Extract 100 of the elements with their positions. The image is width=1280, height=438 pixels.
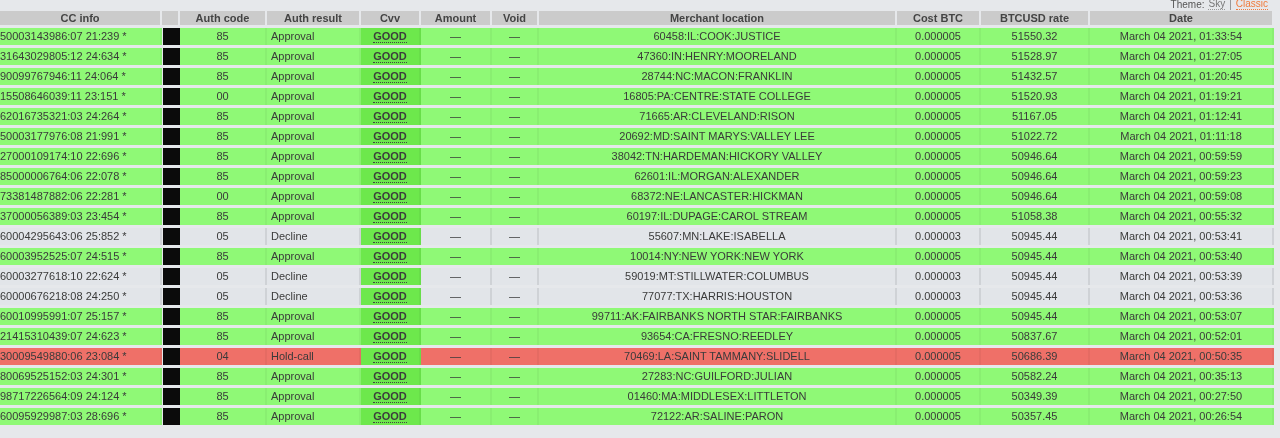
table-cell: — xyxy=(492,68,539,85)
redaction-block xyxy=(163,288,180,305)
table-cell: March 04 2021, 01:12:41 xyxy=(1090,108,1274,125)
table-cell: 62601:IL:MORGAN:ALEXANDER xyxy=(539,168,897,185)
table-cell: March 04 2021, 00:53:36 xyxy=(1090,288,1274,305)
table-cell: — xyxy=(421,228,492,245)
table-cell: 27283:NC:GUILFORD:JULIAN xyxy=(539,368,897,385)
table-cell: 72122:AR:SALINE:PARON xyxy=(539,408,897,425)
table-cell: March 04 2021, 00:26:54 xyxy=(1090,408,1274,425)
cvv-cell: GOOD xyxy=(361,268,421,285)
table-cell: 04 xyxy=(180,348,267,365)
theme-link[interactable]: Classic xyxy=(1235,0,1268,10)
column-header: Void xyxy=(492,11,539,25)
table-cell: 50946.64 xyxy=(981,148,1090,165)
table-cell: 68372:NE:LANCASTER:HICKMAN xyxy=(539,188,897,205)
table-cell: 51167.05 xyxy=(981,108,1090,125)
table-cell: 0.000005 xyxy=(897,408,981,425)
table-cell: March 04 2021, 01:33:54 xyxy=(1090,28,1274,45)
cvv-cell: GOOD xyxy=(361,108,421,125)
table-cell: 38042:TN:HARDEMAN:HICKORY VALLEY xyxy=(539,148,897,165)
table-cell: 0.000005 xyxy=(897,328,981,345)
table-cell: — xyxy=(492,408,539,425)
table-cell: 50946.64 xyxy=(981,188,1090,205)
table-cell: 0.000005 xyxy=(897,68,981,85)
table-cell: 85 xyxy=(180,208,267,225)
theme-link[interactable]: Sky xyxy=(1208,0,1226,10)
column-header: Cvv xyxy=(361,11,421,25)
cvv-cell: GOOD xyxy=(361,188,421,205)
redaction-block xyxy=(163,168,180,185)
redaction-block xyxy=(163,28,180,45)
table-cell: — xyxy=(492,188,539,205)
table-cell: — xyxy=(492,268,539,285)
table-cell: 0.000005 xyxy=(897,208,981,225)
table-cell: March 04 2021, 00:53:07 xyxy=(1090,308,1274,325)
table-cell: — xyxy=(492,28,539,45)
table-cell: 85 xyxy=(180,48,267,65)
table-cell: March 04 2021, 00:59:59 xyxy=(1090,148,1274,165)
table-cell: 55607:MN:LAKE:ISABELLA xyxy=(539,228,897,245)
table-cell: 85 xyxy=(180,368,267,385)
table-cell: 05 xyxy=(180,228,267,245)
table-cell: 50945.44 xyxy=(981,308,1090,325)
table-cell: 60197:IL:DUPAGE:CAROL STREAM xyxy=(539,208,897,225)
table-cell: 01460:MA:MIDDLESEX:LITTLETON xyxy=(539,388,897,405)
column-header: Amount xyxy=(421,11,492,25)
table-cell: 0.000005 xyxy=(897,188,981,205)
table-cell: 50945.44 xyxy=(981,288,1090,305)
table-cell: March 04 2021, 01:11:18 xyxy=(1090,128,1274,145)
table-cell: — xyxy=(421,208,492,225)
table-cell: 85 xyxy=(180,128,267,145)
table-cell: 51022.72 xyxy=(981,128,1090,145)
cvv-cell: GOOD xyxy=(361,388,421,405)
table-cell: 0.000003 xyxy=(897,228,981,245)
table-cell: 0.000005 xyxy=(897,348,981,365)
cvv-cell: GOOD xyxy=(361,88,421,105)
table-cell: 0.000005 xyxy=(897,88,981,105)
cvv-cell: GOOD xyxy=(361,128,421,145)
table-cell: 50349.39 xyxy=(981,388,1090,405)
redaction-block xyxy=(163,328,180,345)
table-cell: — xyxy=(492,388,539,405)
cvv-cell: GOOD xyxy=(361,348,421,365)
table-cell: March 04 2021, 00:53:39 xyxy=(1090,268,1274,285)
cvv-cell: GOOD xyxy=(361,288,421,305)
redaction-block xyxy=(163,308,180,325)
table-cell: 85 xyxy=(180,148,267,165)
table-cell: 70469:LA:SAINT TAMMANY:SLIDELL xyxy=(539,348,897,365)
table-cell: — xyxy=(421,168,492,185)
cvv-cell: GOOD xyxy=(361,228,421,245)
column-header: Date xyxy=(1090,11,1274,25)
table-cell: 51550.32 xyxy=(981,28,1090,45)
cvv-cell: GOOD xyxy=(361,68,421,85)
theme-label: Theme: xyxy=(1170,0,1205,10)
column-header xyxy=(162,11,180,25)
table-cell: 50686.39 xyxy=(981,348,1090,365)
cvv-cell: GOOD xyxy=(361,328,421,345)
table-cell: 0.000005 xyxy=(897,368,981,385)
table-cell: — xyxy=(421,328,492,345)
redaction-block xyxy=(163,348,180,365)
table-cell: March 04 2021, 00:55:32 xyxy=(1090,208,1274,225)
table-cell: — xyxy=(492,148,539,165)
table-cell: March 04 2021, 01:20:45 xyxy=(1090,68,1274,85)
table-cell: March 04 2021, 00:59:23 xyxy=(1090,168,1274,185)
cvv-cell: GOOD xyxy=(361,28,421,45)
table-cell: 85 xyxy=(180,328,267,345)
redaction-block xyxy=(163,148,180,165)
table-cell: — xyxy=(492,368,539,385)
cvv-cell: GOOD xyxy=(361,148,421,165)
table-cell: — xyxy=(421,148,492,165)
table-cell: March 04 2021, 01:27:05 xyxy=(1090,48,1274,65)
table-cell: — xyxy=(421,388,492,405)
column-header: CC info xyxy=(0,11,162,25)
table-cell: 0.000005 xyxy=(897,308,981,325)
table-cell: — xyxy=(492,168,539,185)
table-cell: — xyxy=(421,268,492,285)
redaction-block xyxy=(163,248,180,265)
redaction-block xyxy=(163,68,180,85)
redaction-block xyxy=(163,388,180,405)
table-cell: — xyxy=(492,308,539,325)
table-cell: 20692:MD:SAINT MARYS:VALLEY LEE xyxy=(539,128,897,145)
cvv-cell: GOOD xyxy=(361,368,421,385)
table-cell: — xyxy=(492,128,539,145)
